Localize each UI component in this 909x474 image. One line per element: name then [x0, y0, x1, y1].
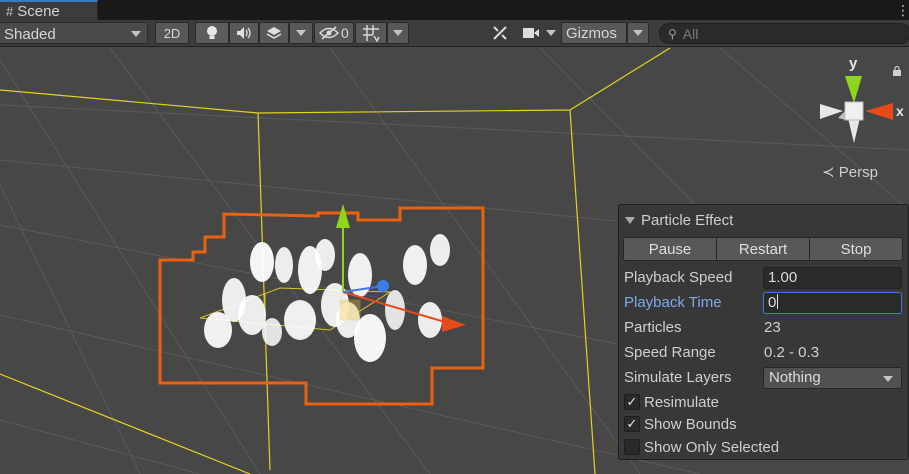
lightbulb-icon [207, 26, 217, 39]
more-menu-icon[interactable]: ⋮ [896, 0, 909, 20]
simulate-layers-row: Simulate Layers Nothing [624, 367, 904, 389]
playback-speed-label: Playback Speed [624, 269, 733, 286]
text-cursor [777, 294, 779, 309]
y-axis-cone[interactable] [845, 76, 862, 103]
eye-slash-icon [319, 26, 339, 40]
simulate-layers-value: Nothing [769, 369, 821, 386]
gizmos-button[interactable]: Gizmos [561, 22, 627, 44]
show-bounds-label: Show Bounds [644, 416, 737, 433]
camera-settings-button[interactable] [518, 22, 560, 44]
show-bounds-row: ✓ Show Bounds [624, 414, 904, 436]
scene-toolbar: Shaded 2D 0 Gizmos ⚲ All [0, 20, 909, 47]
shading-mode-label: Shaded [4, 26, 56, 43]
gizmos-label: Gizmos [566, 24, 617, 42]
speed-range-row: Speed Range 0.2 - 0.3 [624, 342, 904, 364]
neg-z-axis-cone[interactable] [848, 118, 860, 143]
layers-icon [266, 27, 282, 39]
audio-toggle-button[interactable] [229, 22, 259, 44]
restart-button[interactable]: Restart [716, 237, 810, 261]
tab-bar: # Scene ⋮ [0, 0, 909, 20]
scene-window: # Scene ⋮ Shaded 2D 0 Gizmos ⚲ All y x ≺… [0, 0, 909, 474]
particle-sprites [204, 234, 450, 362]
grid-toggle-button[interactable] [355, 22, 387, 44]
hidden-count: 0 [341, 25, 349, 41]
lock-icon[interactable] [892, 63, 902, 76]
playback-speed-row: Playback Speed 1.00 [624, 267, 904, 289]
gizmos-dropdown-button[interactable] [627, 22, 649, 44]
particle-effect-panel: Particle Effect Pause Restart Stop Playb… [618, 204, 909, 460]
playback-speed-field[interactable]: 1.00 [763, 267, 902, 289]
tools-icon [493, 26, 507, 40]
resimulate-label: Resimulate [644, 394, 720, 411]
chevron-down-icon [633, 30, 643, 36]
particles-row: Particles 23 [624, 317, 904, 339]
show-only-selected-label: Show Only Selected [644, 439, 780, 456]
chevron-left-icon: ≺ [822, 164, 835, 181]
shading-mode-dropdown[interactable]: Shaded [0, 22, 148, 44]
search-placeholder: All [682, 25, 699, 42]
hidden-objects-toggle[interactable]: 0 [314, 22, 354, 44]
lighting-toggle-button[interactable] [195, 22, 229, 44]
chevron-down-icon [296, 30, 306, 36]
panel-header[interactable]: Particle Effect [625, 212, 733, 229]
projection-toggle[interactable]: ≺ Persp [822, 163, 878, 181]
resimulate-row: ✓ Resimulate [624, 392, 904, 414]
gizmo-center-cube[interactable] [844, 101, 864, 121]
speaker-icon [237, 27, 251, 39]
hash-grid-icon: # [6, 3, 14, 19]
show-only-selected-checkbox[interactable] [624, 439, 640, 455]
search-icon: ⚲ [668, 26, 677, 41]
grid-dropdown-button[interactable] [387, 22, 409, 44]
search-input[interactable]: ⚲ All [659, 23, 909, 44]
axis-y-label: y [849, 55, 858, 72]
playback-time-field[interactable]: 0 [763, 292, 902, 314]
tab-label: Scene [17, 2, 60, 20]
effects-toggle-button[interactable] [259, 22, 289, 44]
pause-button[interactable]: Pause [623, 237, 717, 261]
x-axis-cone[interactable] [865, 103, 893, 120]
speed-range-label: Speed Range [624, 344, 716, 361]
playback-time-label: Playback Time [624, 294, 722, 311]
panel-title: Particle Effect [641, 212, 734, 229]
playback-time-value: 0 [768, 294, 777, 311]
chevron-down-icon [883, 376, 893, 382]
tools-button[interactable] [485, 22, 515, 44]
2d-label: 2D [163, 25, 181, 41]
scene-bounds-box [0, 48, 671, 474]
chevron-down-icon [393, 30, 403, 36]
playback-time-row: Playback Time 0 [624, 292, 904, 314]
axis-x-label: x [896, 103, 904, 119]
stop-button[interactable]: Stop [809, 237, 903, 261]
video-camera-icon [523, 28, 539, 38]
speed-range-value: 0.2 - 0.3 [764, 344, 820, 361]
simulate-layers-label: Simulate Layers [624, 369, 732, 386]
playback-button-group: Pause Restart Stop [623, 237, 903, 261]
simulate-layers-dropdown[interactable]: Nothing [763, 367, 902, 389]
grid-snap-icon [363, 25, 380, 42]
tab-scene[interactable]: # Scene [0, 0, 98, 20]
show-only-selected-row: Show Only Selected [624, 437, 904, 459]
collapse-triangle-icon[interactable] [625, 217, 635, 224]
particles-label: Particles [624, 319, 682, 336]
2d-toggle-button[interactable]: 2D [155, 22, 189, 44]
particles-value: 23 [764, 319, 781, 336]
resimulate-checkbox[interactable]: ✓ [624, 394, 640, 410]
show-bounds-checkbox[interactable]: ✓ [624, 416, 640, 432]
effects-dropdown-button[interactable] [289, 22, 313, 44]
chevron-down-icon [131, 31, 141, 37]
chevron-down-icon [546, 30, 556, 36]
projection-label: Persp [838, 164, 878, 181]
